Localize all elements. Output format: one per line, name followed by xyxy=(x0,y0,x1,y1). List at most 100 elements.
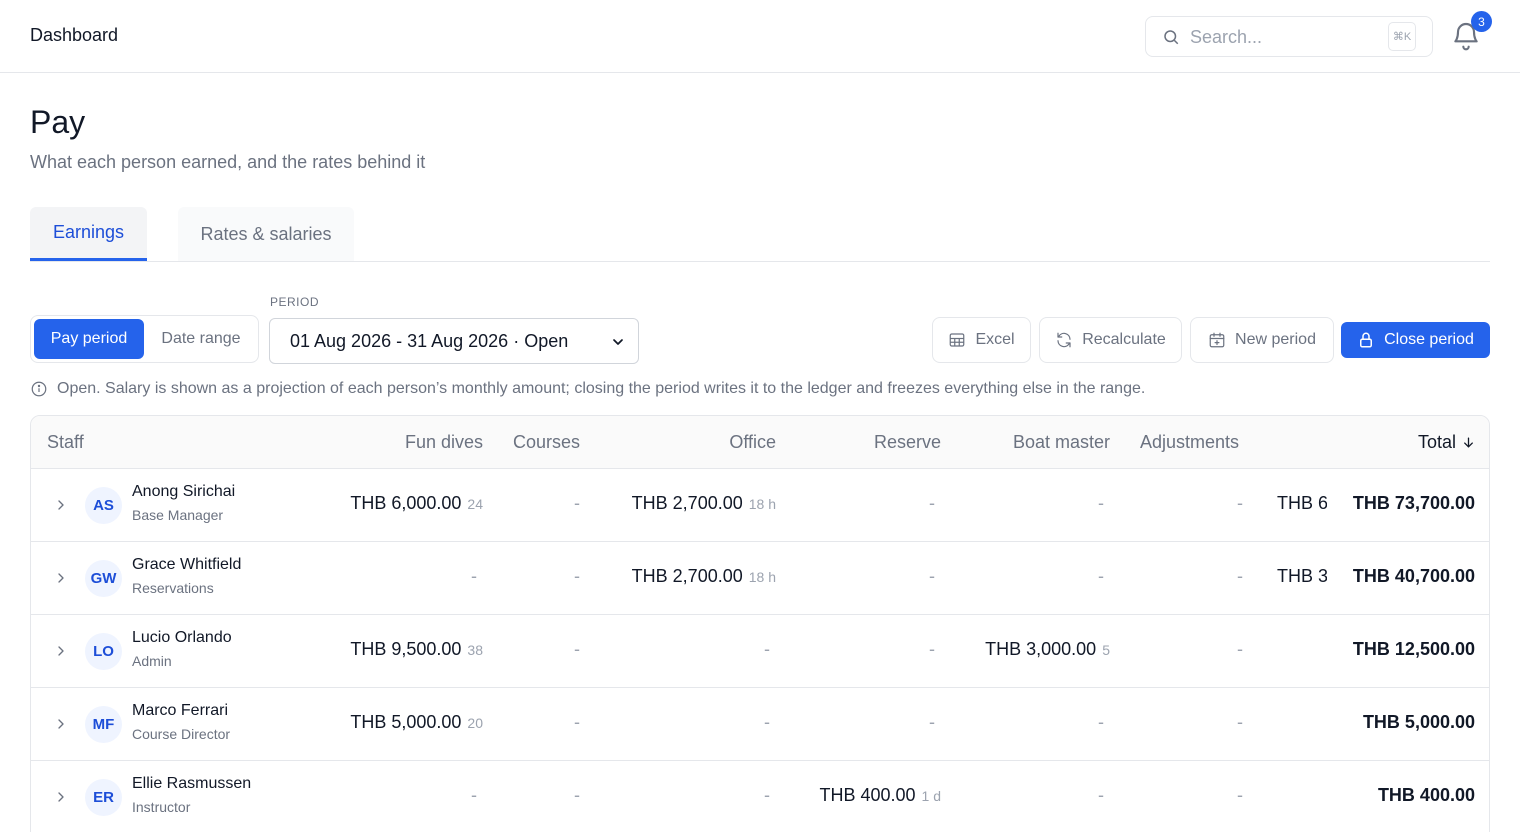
salary-cell: THB 65,000.00 xyxy=(1277,493,1327,513)
boat-master-cell: - xyxy=(1098,785,1104,805)
recalculate-button-label: Recalculate xyxy=(1082,331,1166,348)
page-title: Pay xyxy=(30,104,86,140)
office-cell: - xyxy=(764,639,770,659)
table-row[interactable]: AS Anong Sirichai Base Manager THB 6,000… xyxy=(31,469,1489,542)
office-cell: THB 2,700.00 18 h xyxy=(632,493,776,514)
tab-earnings[interactable]: Earnings xyxy=(30,207,147,261)
boat-master-amount: THB 3,000.00 xyxy=(985,639,1097,659)
pay-period-option[interactable]: Pay period xyxy=(34,319,144,359)
table-row[interactable]: GW Grace Whitfield Reservations - - THB … xyxy=(31,542,1489,615)
fun-dives-amount: THB 5,000.00 xyxy=(350,712,462,732)
recalculate-button[interactable]: Recalculate xyxy=(1039,317,1182,363)
fun-dives-count: 20 xyxy=(467,715,483,731)
col-adjustments[interactable]: Adjustments xyxy=(1140,432,1239,453)
courses-cell: - xyxy=(574,493,580,513)
close-period-button[interactable]: Close period xyxy=(1341,322,1490,358)
tab-bar: Earnings Rates & salaries xyxy=(30,207,1490,262)
table-row[interactable]: LO Lucio Orlando Admin THB 9,500.00 38 - … xyxy=(31,615,1489,688)
total-cell: THB 400.00 xyxy=(1377,785,1475,805)
office-hours: 18 h xyxy=(748,496,776,512)
boat-master-cell: THB 3,000.00 5 xyxy=(985,639,1110,660)
office-hours: 18 h xyxy=(748,569,776,585)
reserve-amount: THB 400.00 xyxy=(819,785,916,805)
chevron-right-icon[interactable] xyxy=(53,716,69,732)
chevron-right-icon[interactable] xyxy=(53,570,69,586)
office-cell: - xyxy=(764,785,770,805)
fun-dives-count: 38 xyxy=(467,642,483,658)
top-bar: Dashboard ⌘K 3 xyxy=(0,0,1520,73)
adjustments-cell: - xyxy=(1237,566,1243,586)
info-icon xyxy=(31,381,47,397)
courses-cell: - xyxy=(574,785,580,805)
col-staff[interactable]: Staff xyxy=(47,432,84,453)
table-header: Staff Fun dives Courses Office Reserve B… xyxy=(31,416,1489,469)
courses-cell: - xyxy=(574,566,580,586)
fun-dives-count: 24 xyxy=(467,496,483,512)
col-fun-dives[interactable]: Fun dives xyxy=(405,432,483,453)
courses-cell: - xyxy=(574,712,580,732)
reserve-days: 1 d xyxy=(921,788,941,804)
search-input[interactable] xyxy=(1190,25,1380,49)
chevron-right-icon[interactable] xyxy=(53,497,69,513)
chevron-right-icon[interactable] xyxy=(53,789,69,805)
total-cell: THB 5,000.00 xyxy=(1362,712,1475,732)
fun-dives-cell: - xyxy=(471,785,477,805)
new-period-button-label: New period xyxy=(1235,331,1316,348)
excel-button-label: Excel xyxy=(975,331,1015,348)
table-row[interactable]: MF Marco Ferrari Course Director THB 5,0… xyxy=(31,688,1489,761)
tab-rates-salaries[interactable]: Rates & salaries xyxy=(178,207,354,261)
chevron-down-icon xyxy=(613,339,623,345)
table-row[interactable]: ER Ellie Rasmussen Instructor - - - THB … xyxy=(31,761,1489,832)
lock-icon xyxy=(1360,332,1373,348)
avatar: GW xyxy=(85,560,122,597)
col-total-label: Total xyxy=(1417,432,1456,452)
period-select[interactable]: 01 Aug 2026 - 31 Aug 2026 · Open xyxy=(269,318,639,364)
boat-master-cell: - xyxy=(1098,712,1104,732)
staff-role: Course Director xyxy=(132,726,231,742)
arrow-down-icon xyxy=(1464,437,1473,448)
staff-role: Admin xyxy=(132,653,172,669)
col-reserve[interactable]: Reserve xyxy=(874,432,941,453)
search-box[interactable]: ⌘K xyxy=(1145,16,1433,57)
staff-role: Base Manager xyxy=(132,507,224,523)
search-icon xyxy=(1164,30,1179,45)
total-cell: THB 73,700.00 xyxy=(1352,493,1475,513)
col-total[interactable]: Total xyxy=(1418,432,1475,453)
period-selected-value: 01 Aug 2026 - 31 Aug 2026 · Open xyxy=(290,330,569,351)
staff-name: Lucio Orlando xyxy=(132,629,232,646)
fun-dives-cell: THB 6,000.00 24 xyxy=(350,493,483,514)
boat-master-cell: - xyxy=(1098,493,1104,513)
breadcrumb[interactable]: Dashboard xyxy=(30,25,118,46)
courses-cell: - xyxy=(574,639,580,659)
reserve-cell: - xyxy=(929,712,935,732)
reserve-cell: - xyxy=(929,566,935,586)
period-mode-toggle: Pay period Date range xyxy=(30,315,259,363)
staff-role: Instructor xyxy=(132,799,191,815)
salary-cell: THB 38,000.00 xyxy=(1277,566,1327,586)
fun-dives-amount: THB 6,000.00 xyxy=(350,493,462,513)
new-period-button[interactable]: New period xyxy=(1190,317,1334,363)
staff-role: Reservations xyxy=(132,580,214,596)
staff-name: Ellie Rasmussen xyxy=(132,775,252,792)
search-shortcut-hint: ⌘K xyxy=(1388,22,1416,51)
boat-master-count: 5 xyxy=(1102,642,1110,658)
col-courses[interactable]: Courses xyxy=(513,432,580,453)
period-label: PERIOD xyxy=(270,295,320,309)
page-subtitle: What each person earned, and the rates b… xyxy=(30,152,426,172)
date-range-option[interactable]: Date range xyxy=(147,319,255,359)
adjustments-cell: - xyxy=(1237,493,1243,513)
col-boat-master[interactable]: Boat master xyxy=(1013,432,1110,453)
avatar: LO xyxy=(85,633,122,670)
col-office[interactable]: Office xyxy=(729,432,776,453)
total-cell: THB 12,500.00 xyxy=(1352,639,1475,659)
adjustments-cell: - xyxy=(1237,785,1243,805)
excel-button[interactable]: Excel xyxy=(932,317,1031,363)
adjustments-cell: - xyxy=(1237,712,1243,732)
close-period-button-label: Close period xyxy=(1384,331,1474,348)
earnings-table: Staff Fun dives Courses Office Reserve B… xyxy=(30,415,1490,832)
adjustments-cell: - xyxy=(1237,639,1243,659)
chevron-right-icon[interactable] xyxy=(53,643,69,659)
reserve-cell: - xyxy=(929,493,935,513)
info-text: Open. Salary is shown as a projection of… xyxy=(57,380,1146,397)
fun-dives-cell: THB 5,000.00 20 xyxy=(350,712,483,733)
